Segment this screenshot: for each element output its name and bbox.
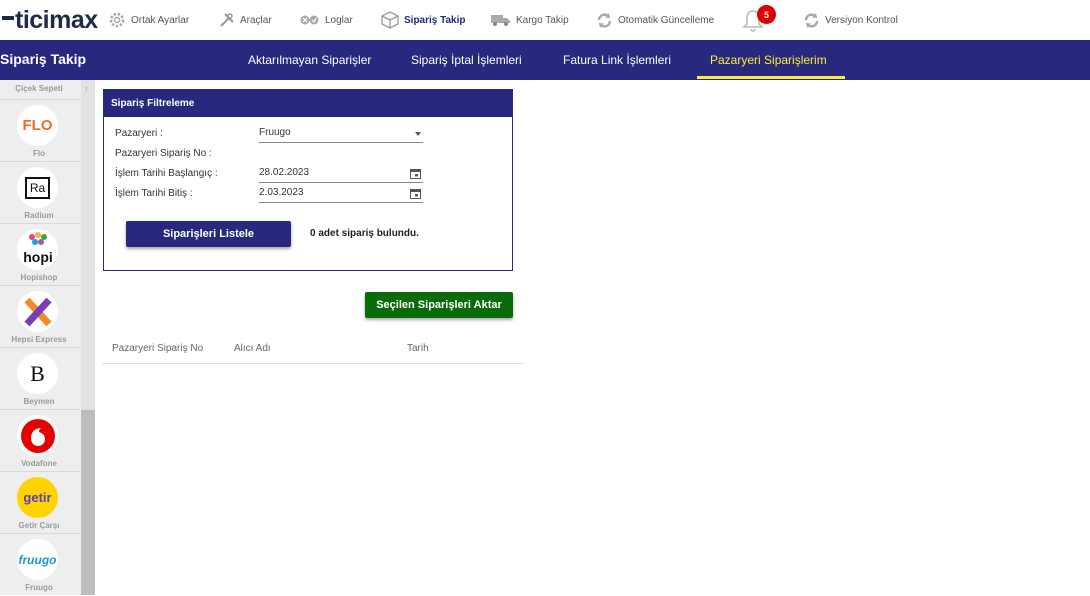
sidebar-item-label: Beymen (23, 397, 55, 406)
marketplace-select[interactable]: Fruugo (259, 127, 423, 143)
hopi-logo: hopi (17, 229, 58, 270)
logs-icon (300, 15, 319, 25)
truck-icon (491, 15, 510, 26)
marketplace-label: Pazaryeri : (115, 128, 163, 139)
sidebar-item-flo[interactable]: FLO Flo (0, 100, 78, 162)
active-tab-indicator (697, 76, 845, 79)
start-date-value: 28.02.2023 (259, 167, 310, 178)
topnav-label: Kargo Takip (516, 14, 569, 26)
sidebar-item-hopishop[interactable]: hopi Hopishop (0, 224, 78, 286)
tools-icon (220, 13, 234, 27)
logo-mark (2, 16, 14, 20)
start-date-input[interactable]: 28.02.2023 (259, 167, 423, 183)
topnav-label: Versiyon Kontrol (825, 14, 898, 26)
topnav-label: Ortak Ayarlar (131, 14, 190, 26)
sidebar-item-label: Flo (33, 149, 45, 158)
end-date-input[interactable]: 2.03.2023 (259, 187, 423, 203)
notification-badge[interactable]: 5 (757, 5, 776, 24)
topnav-label: Araçlar (240, 14, 272, 26)
list-orders-button[interactable]: Siparişleri Listele (126, 221, 291, 247)
sidebar-item-label: Fruugo (25, 583, 53, 592)
section-nav: Sipariş Takip Aktarılmayan Siparişler Si… (0, 40, 1090, 80)
topnav-araclar[interactable]: Araçlar (219, 9, 272, 31)
box-icon (381, 11, 399, 29)
sidebar-item-label: Çiçek Sepeti (15, 84, 63, 93)
marketplace-select-value: Fruugo (259, 127, 291, 138)
calendar-icon[interactable] (410, 188, 421, 199)
order-no-input[interactable] (259, 147, 423, 163)
gear-icon (109, 12, 125, 28)
result-count-text: 0 adet sipariş bulundu. (310, 228, 419, 239)
ticimax-logo[interactable]: ticimax (2, 6, 98, 34)
sync-icon (804, 12, 819, 28)
end-date-label: İşlem Tarihi Bitiş : (115, 188, 193, 199)
radium-logo: Ra (17, 167, 58, 208)
sidebar-item-beymen[interactable]: B Beymen (0, 348, 78, 410)
sidebar-item-vodafone[interactable]: Vodafone (0, 410, 78, 472)
sidebar-item-label: Hepsi Express (11, 335, 67, 344)
column-header-order-no[interactable]: Pazaryeri Sipariş No (112, 343, 203, 354)
topnav-kargo-takip[interactable]: Kargo Takip (491, 9, 569, 31)
flo-logo: FLO (17, 105, 58, 146)
topnav-siparis-takip[interactable]: Sipariş Takip (381, 9, 466, 31)
chevron-down-icon (415, 132, 421, 136)
transfer-selected-orders-button[interactable]: Seçilen Siparişleri Aktar (365, 292, 513, 318)
end-date-value: 2.03.2023 (259, 187, 304, 198)
calendar-icon[interactable] (410, 168, 421, 179)
fruugo-logo: fruugo (17, 539, 58, 580)
beymen-logo: B (17, 353, 58, 394)
sync-icon (597, 12, 612, 28)
sidebar-item-label: Vodafone (21, 459, 57, 468)
column-header-recipient[interactable]: Alıcı Adı (234, 343, 271, 354)
topnav-label: Loglar (325, 14, 353, 26)
topnav-loglar[interactable]: Loglar (300, 9, 353, 31)
topnav-ortak-ayarlar[interactable]: Ortak Ayarlar (108, 9, 189, 31)
svg-text:hopi: hopi (23, 249, 53, 265)
tab-pazaryeri-siparislerim[interactable]: Pazaryeri Siparişlerim (710, 53, 827, 67)
sidebar-item-fruugo[interactable]: fruugo Fruugo (0, 534, 78, 596)
order-no-label: Pazaryeri Sipariş No : (115, 148, 212, 159)
start-date-label: İşlem Tarihi Başlangıç : (115, 168, 218, 179)
sidebar-scrollbar-thumb[interactable] (81, 410, 95, 595)
sidebar-item-label: Hopishop (20, 273, 58, 282)
logo-text: ticimax (15, 5, 98, 34)
tab-siparis-iptal-islemleri[interactable]: Sipariş İptal İşlemleri (411, 53, 522, 67)
column-header-date[interactable]: Tarih (407, 343, 429, 354)
top-bar: ticimax Ortak Ayarlar Araçlar Loglar Sip… (0, 0, 1090, 40)
order-filter-panel: Sipariş Filtreleme Pazaryeri : Fruugo Pa… (103, 89, 513, 271)
page-title: Sipariş Takip (0, 51, 87, 67)
vodafone-logo (17, 415, 58, 456)
topnav-label: Otomatik Güncelleme (618, 14, 715, 26)
hepsi-express-logo (17, 291, 58, 332)
panel-title: Sipariş Filtreleme (104, 90, 512, 117)
sidebar-item-radium[interactable]: Ra Radium (0, 162, 78, 224)
tab-fatura-link-islemleri[interactable]: Fatura Link İşlemleri (563, 53, 671, 67)
topnav-versiyon-kontrol[interactable]: Versiyon Kontrol (803, 9, 898, 31)
sidebar-item-label: Radium (24, 211, 54, 220)
tab-aktarilmayan-siparisler[interactable]: Aktarılmayan Siparişler (248, 53, 371, 67)
topnav-label: Sipariş Takip (404, 14, 466, 26)
sidebar-item-label: Getir Çarşı (18, 521, 60, 530)
topnav-otomatik-guncelleme[interactable]: Otomatik Güncelleme (596, 9, 714, 31)
getir-logo: getir (17, 477, 58, 518)
scroll-up-arrow-icon[interactable]: ↑ (84, 84, 89, 94)
sidebar-item-getir-carsi[interactable]: getir Getir Çarşı (0, 472, 78, 534)
sidebar-item-hepsi-express[interactable]: Hepsi Express (0, 286, 78, 348)
table-header-divider (102, 363, 525, 364)
